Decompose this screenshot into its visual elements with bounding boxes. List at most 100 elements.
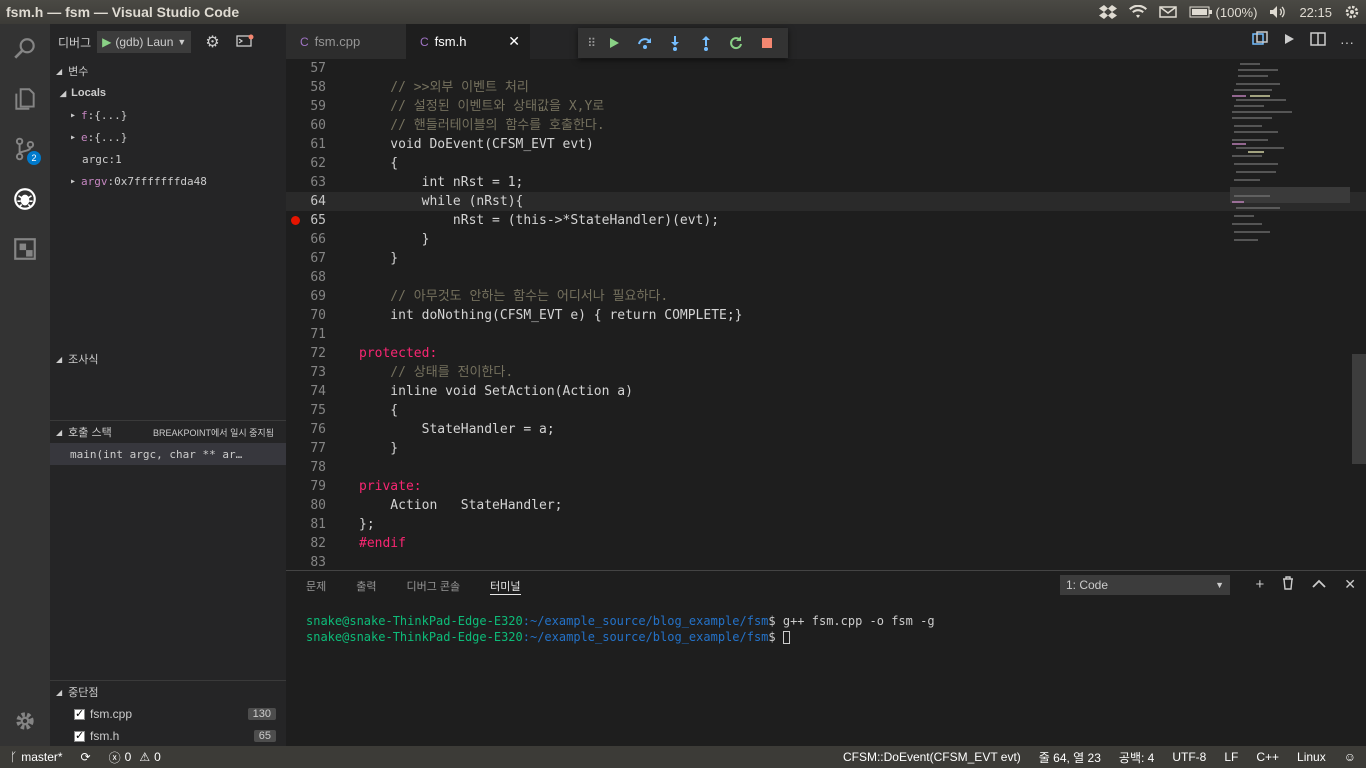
breakpoint-item[interactable]: fsm.cpp 130 xyxy=(50,703,286,725)
eol[interactable]: LF xyxy=(1224,750,1238,764)
restart-icon[interactable] xyxy=(721,28,751,58)
git-branch[interactable]: ᚴ master* xyxy=(10,750,63,764)
source-control-icon[interactable]: 2 xyxy=(0,124,50,174)
kill-terminal-icon[interactable] xyxy=(1282,576,1294,594)
variable-item[interactable]: ▸ e: {...} xyxy=(50,126,286,148)
files-icon[interactable] xyxy=(0,74,50,124)
volume-icon[interactable] xyxy=(1269,5,1287,19)
code-line[interactable]: 66 } xyxy=(286,230,1366,249)
indentation[interactable]: 공백: 4 xyxy=(1119,749,1154,766)
stop-icon[interactable] xyxy=(752,28,782,58)
callstack-frame[interactable]: main(int argc, char ** ar… xyxy=(50,443,286,465)
line-number: 67 xyxy=(310,251,326,266)
code-line[interactable]: 72 protected: xyxy=(286,344,1366,363)
cursor-position[interactable]: 줄 64, 열 23 xyxy=(1039,749,1101,766)
tab-terminal[interactable]: 터미널 xyxy=(490,578,521,595)
language-mode[interactable]: C++ xyxy=(1256,750,1279,764)
code-line[interactable]: 73 // 상태를 전이한다. xyxy=(286,363,1366,382)
variable-item[interactable]: ▸ f: {...} xyxy=(50,104,286,126)
code-line[interactable]: 68 xyxy=(286,268,1366,287)
code-line[interactable]: 64 while (nRst){ xyxy=(286,192,1366,211)
start-debug-icon[interactable]: ▶ xyxy=(102,35,111,49)
explorer-search-icon[interactable] xyxy=(0,24,50,74)
step-over-icon[interactable] xyxy=(630,28,660,58)
continue-icon[interactable] xyxy=(599,28,629,58)
close-panel-icon[interactable]: ✕ xyxy=(1344,576,1356,594)
battery-icon[interactable]: (100%) xyxy=(1189,5,1257,20)
feedback-smiley-icon[interactable]: ☺ xyxy=(1344,750,1356,764)
step-into-icon[interactable] xyxy=(660,28,690,58)
breakpoint-checkbox[interactable] xyxy=(74,707,85,720)
code-line[interactable]: 61 void DoEvent(CFSM_EVT evt) xyxy=(286,135,1366,154)
problems-summary[interactable]: ⓧ 0 ⚠ 0 xyxy=(109,749,161,766)
split-editor-icon[interactable] xyxy=(1310,32,1326,51)
extensions-icon[interactable] xyxy=(0,224,50,274)
code-line[interactable]: 83 xyxy=(286,553,1366,570)
code-line[interactable]: 62 { xyxy=(286,154,1366,173)
code-line[interactable]: 67 } xyxy=(286,249,1366,268)
context-label[interactable]: CFSM::DoEvent(CFSM_EVT evt) xyxy=(843,750,1021,764)
tab-debug-console[interactable]: 디버그 콘솔 xyxy=(407,578,461,594)
tab-problems[interactable]: 문제 xyxy=(306,578,326,594)
code-line[interactable]: 76 StateHandler = a; xyxy=(286,420,1366,439)
dropbox-icon[interactable] xyxy=(1098,5,1117,19)
close-tab-icon[interactable]: ✕ xyxy=(508,33,520,50)
wifi-icon[interactable] xyxy=(1128,5,1147,19)
clock[interactable]: 22:15 xyxy=(1299,5,1332,20)
code-view[interactable]: 57 58 // >>외부 이벤트 처리 59 // 설정된 이벤트와 상태값을 X… xyxy=(286,59,1366,570)
more-actions-icon[interactable]: ··· xyxy=(1340,34,1354,50)
drag-handle-icon[interactable]: ⠿ xyxy=(584,28,599,58)
code-line[interactable]: 71 xyxy=(286,325,1366,344)
watch-header[interactable]: ◢ 조사식 xyxy=(50,348,286,370)
debug-console-icon[interactable] xyxy=(236,34,254,51)
locals-scope[interactable]: ◢ Locals xyxy=(50,82,286,104)
code-line[interactable]: 58 // >>외부 이벤트 처리 xyxy=(286,78,1366,97)
terminal[interactable]: snake@snake-ThinkPad-Edge-E320:~/example… xyxy=(286,601,1366,645)
code-line[interactable]: 63 int nRst = 1; xyxy=(286,173,1366,192)
maximize-panel-icon[interactable] xyxy=(1312,576,1326,594)
code-line[interactable]: 82 #endif xyxy=(286,534,1366,553)
tab-fsm-h[interactable]: Cfsm.h ✕ xyxy=(406,24,530,59)
scm-badge: 2 xyxy=(27,151,41,165)
floating-debug-toolbar: ⠿ xyxy=(578,28,788,58)
code-line[interactable]: 75 { xyxy=(286,401,1366,420)
tab-fsm-cpp[interactable]: Cfsm.cpp xyxy=(286,24,406,59)
open-changes-icon[interactable] xyxy=(1252,31,1268,52)
callstack-header[interactable]: ◢ 호출 스택 BREAKPOINT에서 일시 중지됨 xyxy=(50,421,286,443)
code-line[interactable]: 57 xyxy=(286,59,1366,78)
platform[interactable]: Linux xyxy=(1297,750,1326,764)
code-line[interactable]: 81}; xyxy=(286,515,1366,534)
variables-header[interactable]: ◢ 변수 xyxy=(50,60,286,82)
new-terminal-icon[interactable]: + xyxy=(1256,576,1265,594)
breakpoint-item[interactable]: fsm.h 65 xyxy=(50,725,286,747)
code-line[interactable]: 74 inline void SetAction(Action a) xyxy=(286,382,1366,401)
encoding[interactable]: UTF-8 xyxy=(1172,750,1206,764)
breakpoints-header[interactable]: ◢ 중단점 xyxy=(50,681,286,703)
code-line[interactable]: 79 private: xyxy=(286,477,1366,496)
minimap[interactable] xyxy=(1230,59,1350,259)
editor-scrollbar[interactable] xyxy=(1352,354,1366,464)
variable-item[interactable]: ▸ argv: 0x7fffffffda48 xyxy=(50,170,286,192)
debug-config-select[interactable]: ▶ (gdb) Laun ▼ xyxy=(97,31,192,53)
code-line[interactable]: 70 int doNothing(CFSM_EVT e) { return CO… xyxy=(286,306,1366,325)
code-line[interactable]: 80 Action StateHandler; xyxy=(286,496,1366,515)
debug-icon[interactable] xyxy=(0,174,50,224)
run-icon[interactable] xyxy=(1282,32,1296,51)
code-line[interactable]: 59 // 설정된 이벤트와 상태값을 X,Y로 xyxy=(286,97,1366,116)
code-line[interactable]: 60 // 핸들러테이블의 함수를 호출한다. xyxy=(286,116,1366,135)
breakpoint-checkbox[interactable] xyxy=(74,729,85,742)
settings-gear-icon[interactable] xyxy=(0,696,50,746)
power-gear-icon[interactable] xyxy=(1344,4,1360,20)
code-line[interactable]: 77 } xyxy=(286,439,1366,458)
tab-output[interactable]: 출력 xyxy=(356,578,376,594)
terminal-select[interactable]: 1: Code ▼ xyxy=(1060,575,1230,595)
debug-settings-gear-icon[interactable]: ⚙ xyxy=(205,32,219,52)
code-line[interactable]: 65 nRst = (this->*StateHandler)(evt); xyxy=(286,211,1366,230)
variable-item[interactable]: argc: 1 xyxy=(50,148,286,170)
breakpoints-title: 중단점 xyxy=(68,687,99,699)
code-line[interactable]: 69 // 아무것도 안하는 함수는 어디서나 필요하다. xyxy=(286,287,1366,306)
mail-icon[interactable] xyxy=(1158,6,1177,18)
code-line[interactable]: 78 xyxy=(286,458,1366,477)
sync-icon[interactable]: ⟳ xyxy=(81,750,91,764)
step-out-icon[interactable] xyxy=(691,28,721,58)
